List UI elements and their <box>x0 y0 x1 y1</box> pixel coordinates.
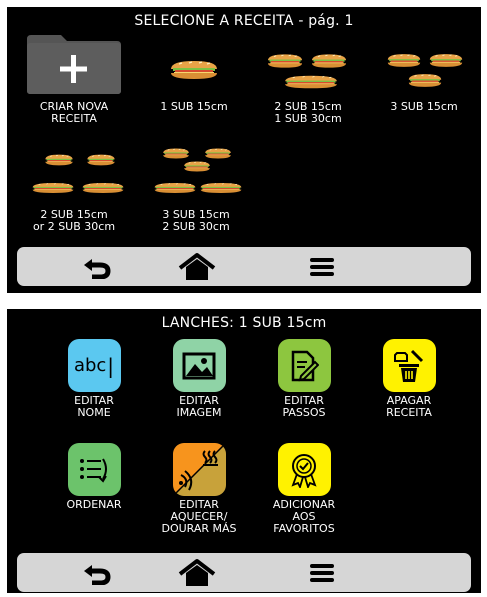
sandwich-icon <box>284 75 338 89</box>
sandwich-icon <box>32 182 74 194</box>
sandwich-icon <box>267 53 303 69</box>
page-title: SELECIONE A RECEITA - pág. 1 <box>134 13 354 29</box>
bottom-nav-bar <box>17 553 471 592</box>
menu-button[interactable] <box>292 553 352 592</box>
sandwich-icon <box>408 73 442 88</box>
edit-image-button[interactable]: EDITAR IMAGEM <box>155 339 243 419</box>
sandwich-icon <box>87 154 115 166</box>
sandwich-icon <box>311 53 347 69</box>
action-label: ADICIONAR AOS FAVORITOS <box>272 498 336 535</box>
sandwich-icon <box>170 60 218 80</box>
edit-steps-icon <box>277 339 331 392</box>
home-button[interactable] <box>167 247 227 286</box>
recipe-menu-panel: LANCHES: 1 SUB 15cm abc | EDITAR NOME ED… <box>7 309 481 593</box>
edit-steps-button[interactable]: EDITAR PASSOS <box>260 339 348 419</box>
home-icon <box>178 558 216 586</box>
heat-browning-icon <box>172 443 226 496</box>
tile-label: 2 SUB 15cm or 2 SUB 30cm <box>32 208 116 233</box>
tile-label: 2 SUB 15cm 1 SUB 30cm <box>274 100 342 125</box>
sandwich-icon <box>387 53 421 68</box>
text-edit-icon: abc | <box>67 339 121 392</box>
bottom-nav-bar <box>17 247 471 286</box>
back-button[interactable] <box>67 553 127 592</box>
edit-heat-browning-button[interactable]: EDITAR AQUECER/ DOURAR MÁS <box>155 443 243 535</box>
sandwich-icon <box>45 154 73 166</box>
action-label: EDITAR AQUECER/ DOURAR MÁS <box>161 498 237 535</box>
sandwich-icon <box>154 182 196 194</box>
back-arrow-icon <box>84 258 111 279</box>
home-icon <box>178 252 216 280</box>
favorite-award-icon <box>277 443 331 496</box>
page-title: LANCHES: 1 SUB 15cm <box>161 315 327 331</box>
action-label: APAGAR RECEITA <box>386 394 432 419</box>
add-favorite-button[interactable]: ADICIONAR AOS FAVORITOS <box>260 443 348 535</box>
menu-icon <box>310 563 334 582</box>
sandwich-icon <box>183 161 211 172</box>
action-label: ORDENAR <box>66 498 122 511</box>
add-folder-icon <box>27 35 121 94</box>
action-label: EDITAR IMAGEM <box>176 394 222 419</box>
trash-icon <box>382 339 436 392</box>
tile-label: 1 SUB 15cm <box>160 100 228 113</box>
sandwich-icon <box>82 182 124 194</box>
tile-label: CRIAR NOVA RECEITA <box>39 100 109 125</box>
action-label: EDITAR NOME <box>74 394 114 419</box>
sort-list-icon <box>67 443 121 496</box>
menu-button[interactable] <box>292 247 352 286</box>
edit-name-button[interactable]: abc | EDITAR NOME <box>50 339 138 419</box>
sort-button[interactable]: ORDENAR <box>50 443 138 511</box>
back-arrow-icon <box>84 564 111 585</box>
menu-icon <box>310 257 334 276</box>
back-button[interactable] <box>67 247 127 286</box>
recipe-select-panel: SELECIONE A RECEITA - pág. 1 CRIAR NOVA … <box>7 7 481 293</box>
sandwich-icon <box>429 53 463 68</box>
tile-label: 3 SUB 15cm <box>390 100 458 113</box>
delete-recipe-button[interactable]: APAGAR RECEITA <box>365 339 453 419</box>
sandwich-icon <box>200 182 242 194</box>
tile-label: 3 SUB 15cm 2 SUB 30cm <box>162 208 230 233</box>
home-button[interactable] <box>167 553 227 592</box>
action-label: EDITAR PASSOS <box>282 394 326 419</box>
image-icon <box>172 339 226 392</box>
